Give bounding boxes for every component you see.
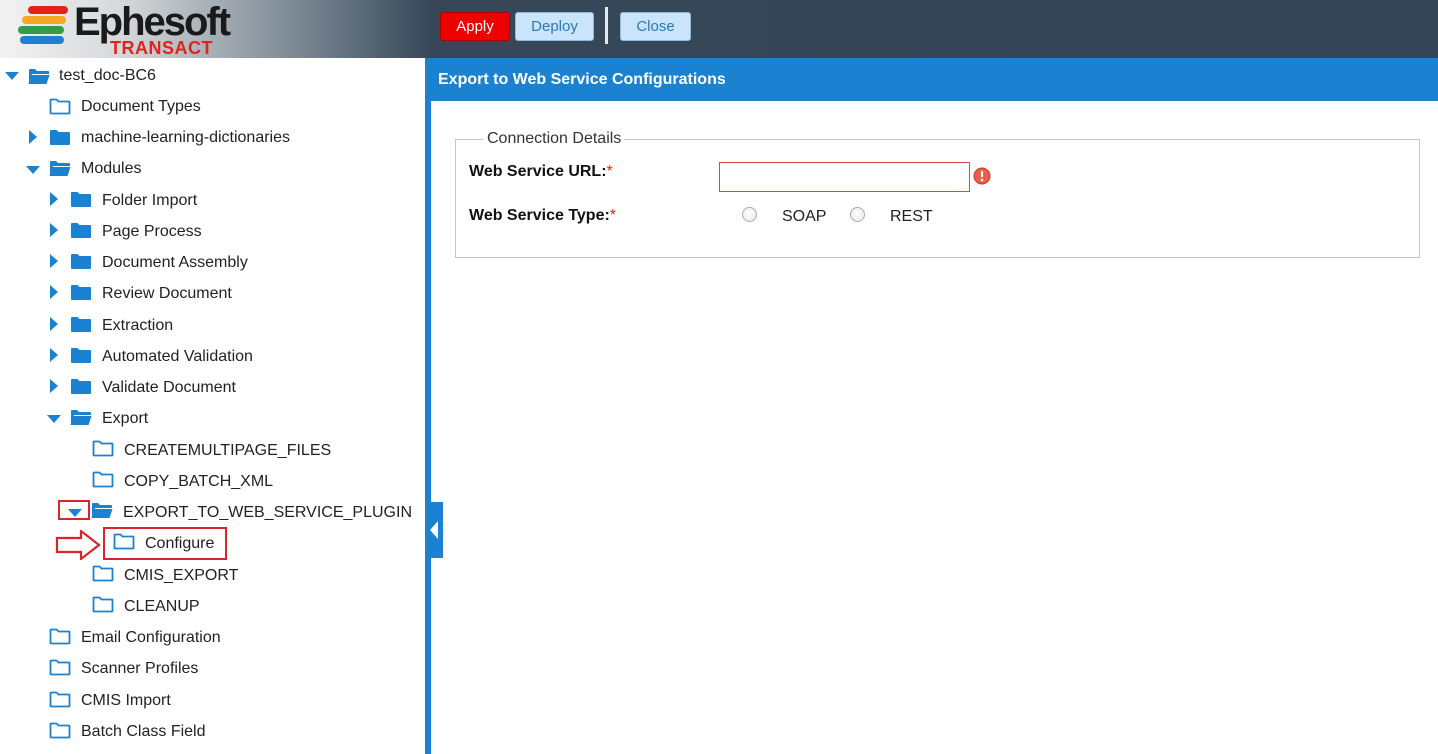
tree-node-label: Scanner Profiles: [81, 660, 199, 677]
logo-stripes-icon: [18, 4, 74, 50]
folder-outline-icon: [49, 627, 71, 645]
caret-right-icon[interactable]: [46, 191, 62, 207]
tree-node-label: CLEANUP: [124, 598, 200, 615]
tree-node-label: Review Document: [102, 285, 232, 302]
tree-node-label: CMIS Import: [81, 692, 171, 709]
caret-highlight-box: [58, 500, 90, 520]
folder-closed-icon: [70, 346, 92, 364]
app-header: Ephesoft TRANSACT Apply Deploy Close: [0, 0, 1438, 58]
pointer-arrow-icon: [55, 530, 101, 560]
web-service-url-label: Web Service URL:*: [469, 163, 613, 181]
batch-class-tree: test_doc-BC6 Document Types machine-lear…: [0, 58, 425, 754]
folder-outline-icon: [92, 595, 114, 613]
folder-outline-icon: [49, 658, 71, 676]
configure-highlight-box: [103, 527, 227, 560]
folder-outline-icon: [49, 721, 71, 739]
tree-node-label: Automated Validation: [102, 348, 253, 365]
folder-closed-icon: [49, 128, 71, 146]
rest-radio-label: REST: [890, 208, 933, 225]
rest-radio[interactable]: [850, 207, 865, 222]
tree-node-label: CMIS_EXPORT: [124, 567, 239, 584]
caret-right-icon[interactable]: [46, 316, 62, 332]
folder-closed-icon: [70, 221, 92, 239]
deploy-button[interactable]: Deploy: [515, 12, 594, 41]
folder-outline-icon: [92, 470, 114, 488]
tree-node-label: EXPORT_TO_WEB_SERVICE_PLUGIN: [123, 504, 412, 521]
folder-open-icon: [28, 67, 50, 85]
chevron-left-icon: [430, 521, 438, 539]
folder-closed-icon: [70, 252, 92, 270]
tree-node-label: machine-learning-dictionaries: [81, 129, 290, 146]
folder-closed-icon: [70, 190, 92, 208]
tree-node-label: Batch Class Field: [81, 723, 206, 740]
tree-node-label: CREATEMULTIPAGE_FILES: [124, 442, 332, 459]
ephesoft-logo: Ephesoft TRANSACT: [18, 0, 258, 58]
tree-node-label: Document Types: [81, 98, 201, 115]
tree-node-label: Extraction: [102, 317, 174, 334]
folder-open-icon: [91, 501, 113, 519]
tree-node-label: Document Assembly: [102, 254, 248, 271]
folder-open-icon: [49, 159, 71, 177]
logo-sub-text: TRANSACT: [110, 38, 213, 58]
caret-down-icon[interactable]: [46, 411, 62, 427]
soap-radio-label: SOAP: [782, 208, 827, 225]
panel-divider[interactable]: [425, 58, 431, 754]
panel-title: Export to Web Service Configurations: [431, 58, 1438, 101]
close-button[interactable]: Close: [620, 12, 691, 41]
required-asterisk: *: [609, 207, 617, 224]
header-separator: [605, 7, 608, 44]
caret-down-icon[interactable]: [4, 68, 20, 84]
url-label-text: Web Service URL:: [469, 163, 607, 180]
type-label-text: Web Service Type:: [469, 207, 610, 224]
tree-node-label: COPY_BATCH_XML: [124, 473, 274, 490]
folder-outline-icon: [92, 439, 114, 457]
tree-node-label: Export: [102, 410, 149, 427]
folder-outline-icon: [92, 564, 114, 582]
caret-down-icon[interactable]: [25, 162, 41, 178]
tree-node-label: Validate Document: [102, 379, 236, 396]
caret-right-icon[interactable]: [25, 129, 41, 145]
folder-closed-icon: [70, 315, 92, 333]
caret-right-icon[interactable]: [46, 253, 62, 269]
tree-node-label: Page Process: [102, 223, 202, 240]
caret-right-icon[interactable]: [46, 347, 62, 363]
fieldset-legend: Connection Details: [484, 130, 625, 148]
tree-node-label: Modules: [81, 160, 142, 177]
web-service-type-label: Web Service Type:*: [469, 207, 616, 225]
required-asterisk: *: [606, 163, 613, 180]
caret-right-icon[interactable]: [46, 284, 62, 300]
caret-right-icon[interactable]: [46, 378, 62, 394]
folder-closed-icon: [70, 377, 92, 395]
soap-radio[interactable]: [742, 207, 757, 222]
folder-closed-icon: [70, 283, 92, 301]
web-service-url-input[interactable]: [719, 162, 970, 192]
apply-button[interactable]: Apply: [440, 12, 510, 41]
connection-details-fieldset: Connection Details Web Service URL:* Web…: [455, 130, 1420, 258]
tree-node-label: Folder Import: [102, 192, 198, 209]
tree-node-label: test_doc-BC6: [59, 67, 156, 84]
caret-right-icon[interactable]: [46, 222, 62, 238]
folder-outline-icon: [49, 690, 71, 708]
folder-open-icon: [70, 408, 92, 426]
tree-node-label: Email Configuration: [81, 629, 221, 646]
error-icon: [973, 167, 991, 185]
folder-outline-icon: [49, 97, 71, 115]
collapse-sidebar-tab[interactable]: [427, 502, 443, 558]
